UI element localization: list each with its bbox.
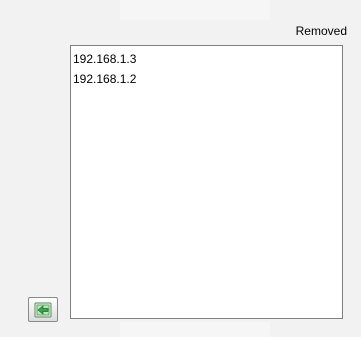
removed-list-label: Removed	[295, 24, 347, 38]
list-item[interactable]: 192.168.1.2	[73, 69, 340, 89]
panel-top-shade	[120, 0, 270, 20]
removed-listbox[interactable]: 192.168.1.3 192.168.1.2	[70, 45, 343, 319]
removed-panel: Removed 192.168.1.3 192.168.1.2	[0, 0, 361, 337]
panel-bottom-shade	[120, 322, 270, 337]
arrow-left-icon	[34, 302, 52, 318]
list-item[interactable]: 192.168.1.3	[73, 49, 340, 69]
move-to-left-button[interactable]	[28, 297, 58, 322]
